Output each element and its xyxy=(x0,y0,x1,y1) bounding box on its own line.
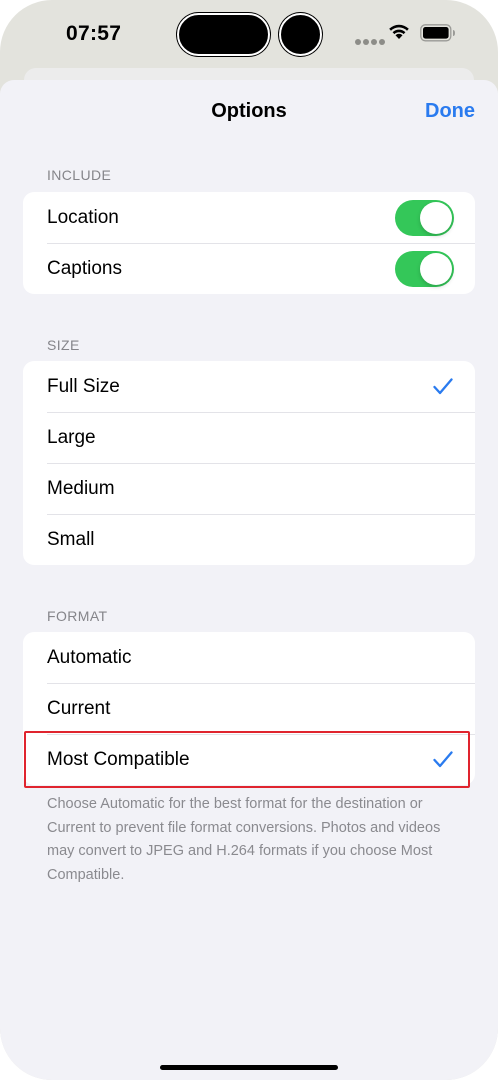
row-label: Full Size xyxy=(47,375,120,397)
format-row-current[interactable]: Current xyxy=(23,683,475,734)
captions-toggle[interactable] xyxy=(395,250,454,287)
dynamic-island-pill xyxy=(177,13,270,56)
size-row-small[interactable]: Small xyxy=(23,514,475,565)
row-label: Medium xyxy=(47,477,115,499)
format-row-automatic[interactable]: Automatic xyxy=(23,632,475,683)
include-row-location: Location xyxy=(23,192,475,243)
size-row-large[interactable]: Large xyxy=(23,412,475,463)
row-label: Most Compatible xyxy=(47,748,190,770)
section-header-format: FORMAT xyxy=(47,608,108,624)
home-indicator[interactable] xyxy=(160,1065,338,1070)
format-footer-note: Choose Automatic for the best format for… xyxy=(47,796,441,883)
include-group: Location Captions xyxy=(23,192,475,294)
row-label: Current xyxy=(47,697,111,719)
status-bar: 07:57 xyxy=(0,0,498,70)
phone-screen: 07:57 Options Done INCLUDE Location Capt… xyxy=(0,0,498,1080)
include-row-captions: Captions xyxy=(23,243,475,294)
section-header-size: SIZE xyxy=(47,337,80,353)
size-group: Full Size Large Medium Small xyxy=(23,361,475,565)
section-header-include: INCLUDE xyxy=(47,167,112,183)
format-row-most-compatible[interactable]: Most Compatible xyxy=(23,734,475,785)
checkmark-icon xyxy=(433,751,453,768)
done-button[interactable]: Done xyxy=(425,100,475,123)
row-label: Small xyxy=(47,528,95,550)
wifi-icon xyxy=(388,22,410,45)
options-sheet: Options Done INCLUDE Location Captions S… xyxy=(0,80,498,1080)
size-row-medium[interactable]: Medium xyxy=(23,463,475,514)
row-label: Location xyxy=(47,206,119,228)
format-group: Automatic Current Most Compatible xyxy=(23,632,475,785)
location-toggle[interactable] xyxy=(395,199,454,236)
checkmark-icon xyxy=(433,378,453,395)
size-row-full-size[interactable]: Full Size xyxy=(23,361,475,412)
row-label: Large xyxy=(47,426,96,448)
page-title: Options xyxy=(211,100,287,122)
signal-dots-icon xyxy=(355,32,387,50)
row-label: Captions xyxy=(47,257,122,279)
status-time: 07:57 xyxy=(66,22,122,45)
dynamic-island-circle xyxy=(279,13,322,56)
row-label: Automatic xyxy=(47,646,132,668)
battery-icon xyxy=(420,24,456,47)
